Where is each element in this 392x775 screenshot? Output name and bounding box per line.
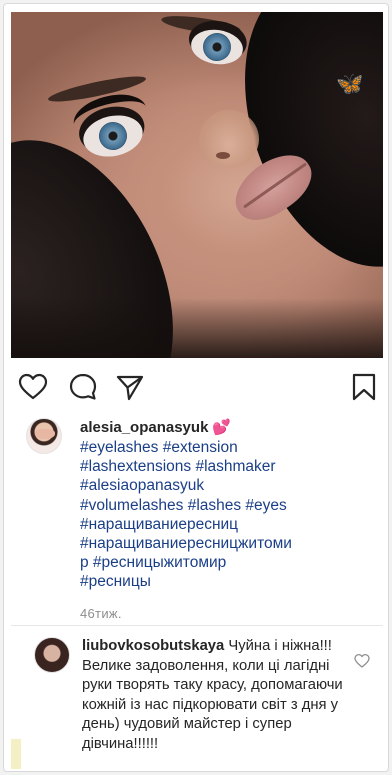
post-timestamp[interactable]: 46тиж.	[80, 606, 370, 621]
comment-body: liubovkosobutskaya Чуйна і ніжна!!! Вели…	[82, 637, 346, 754]
commenter-username[interactable]: liubovkosobutskaya	[82, 638, 224, 654]
post-photo[interactable]: 🦋	[11, 12, 383, 358]
author-username[interactable]: alesia_opanasyuk	[80, 419, 208, 436]
photo-nostril	[216, 152, 230, 159]
caption-hashtags[interactable]: #eyelashes #extension #lashextensions #l…	[80, 438, 370, 592]
photo-shadow	[11, 298, 383, 358]
two-hearts-emoji-icon: 💕	[212, 419, 232, 436]
share-icon[interactable]	[115, 372, 145, 402]
comment-heart-icon[interactable]	[354, 653, 370, 669]
butterfly-logo-icon: 🦋	[336, 72, 364, 97]
bookmark-icon[interactable]	[349, 372, 379, 402]
action-bar	[11, 368, 383, 404]
avatar-hands	[35, 429, 55, 439]
author-avatar[interactable]	[26, 418, 62, 454]
author-username-line: alesia_opanasyuk 💕	[80, 418, 370, 438]
post-card: 🦋 alesia_opanasyuk 💕 #eyelashes #extensio…	[3, 3, 389, 772]
comment-text: Чуйна і ніжна!!! Велике задоволення, кол…	[82, 638, 343, 752]
comment-icon[interactable]	[68, 372, 98, 402]
photo-nose	[199, 110, 259, 168]
divider	[11, 625, 383, 626]
commenter-avatar[interactable]	[34, 637, 70, 673]
heart-icon[interactable]	[18, 372, 48, 402]
left-edge-strip	[11, 739, 21, 769]
caption-body: alesia_opanasyuk 💕 #eyelashes #extension …	[80, 418, 370, 621]
